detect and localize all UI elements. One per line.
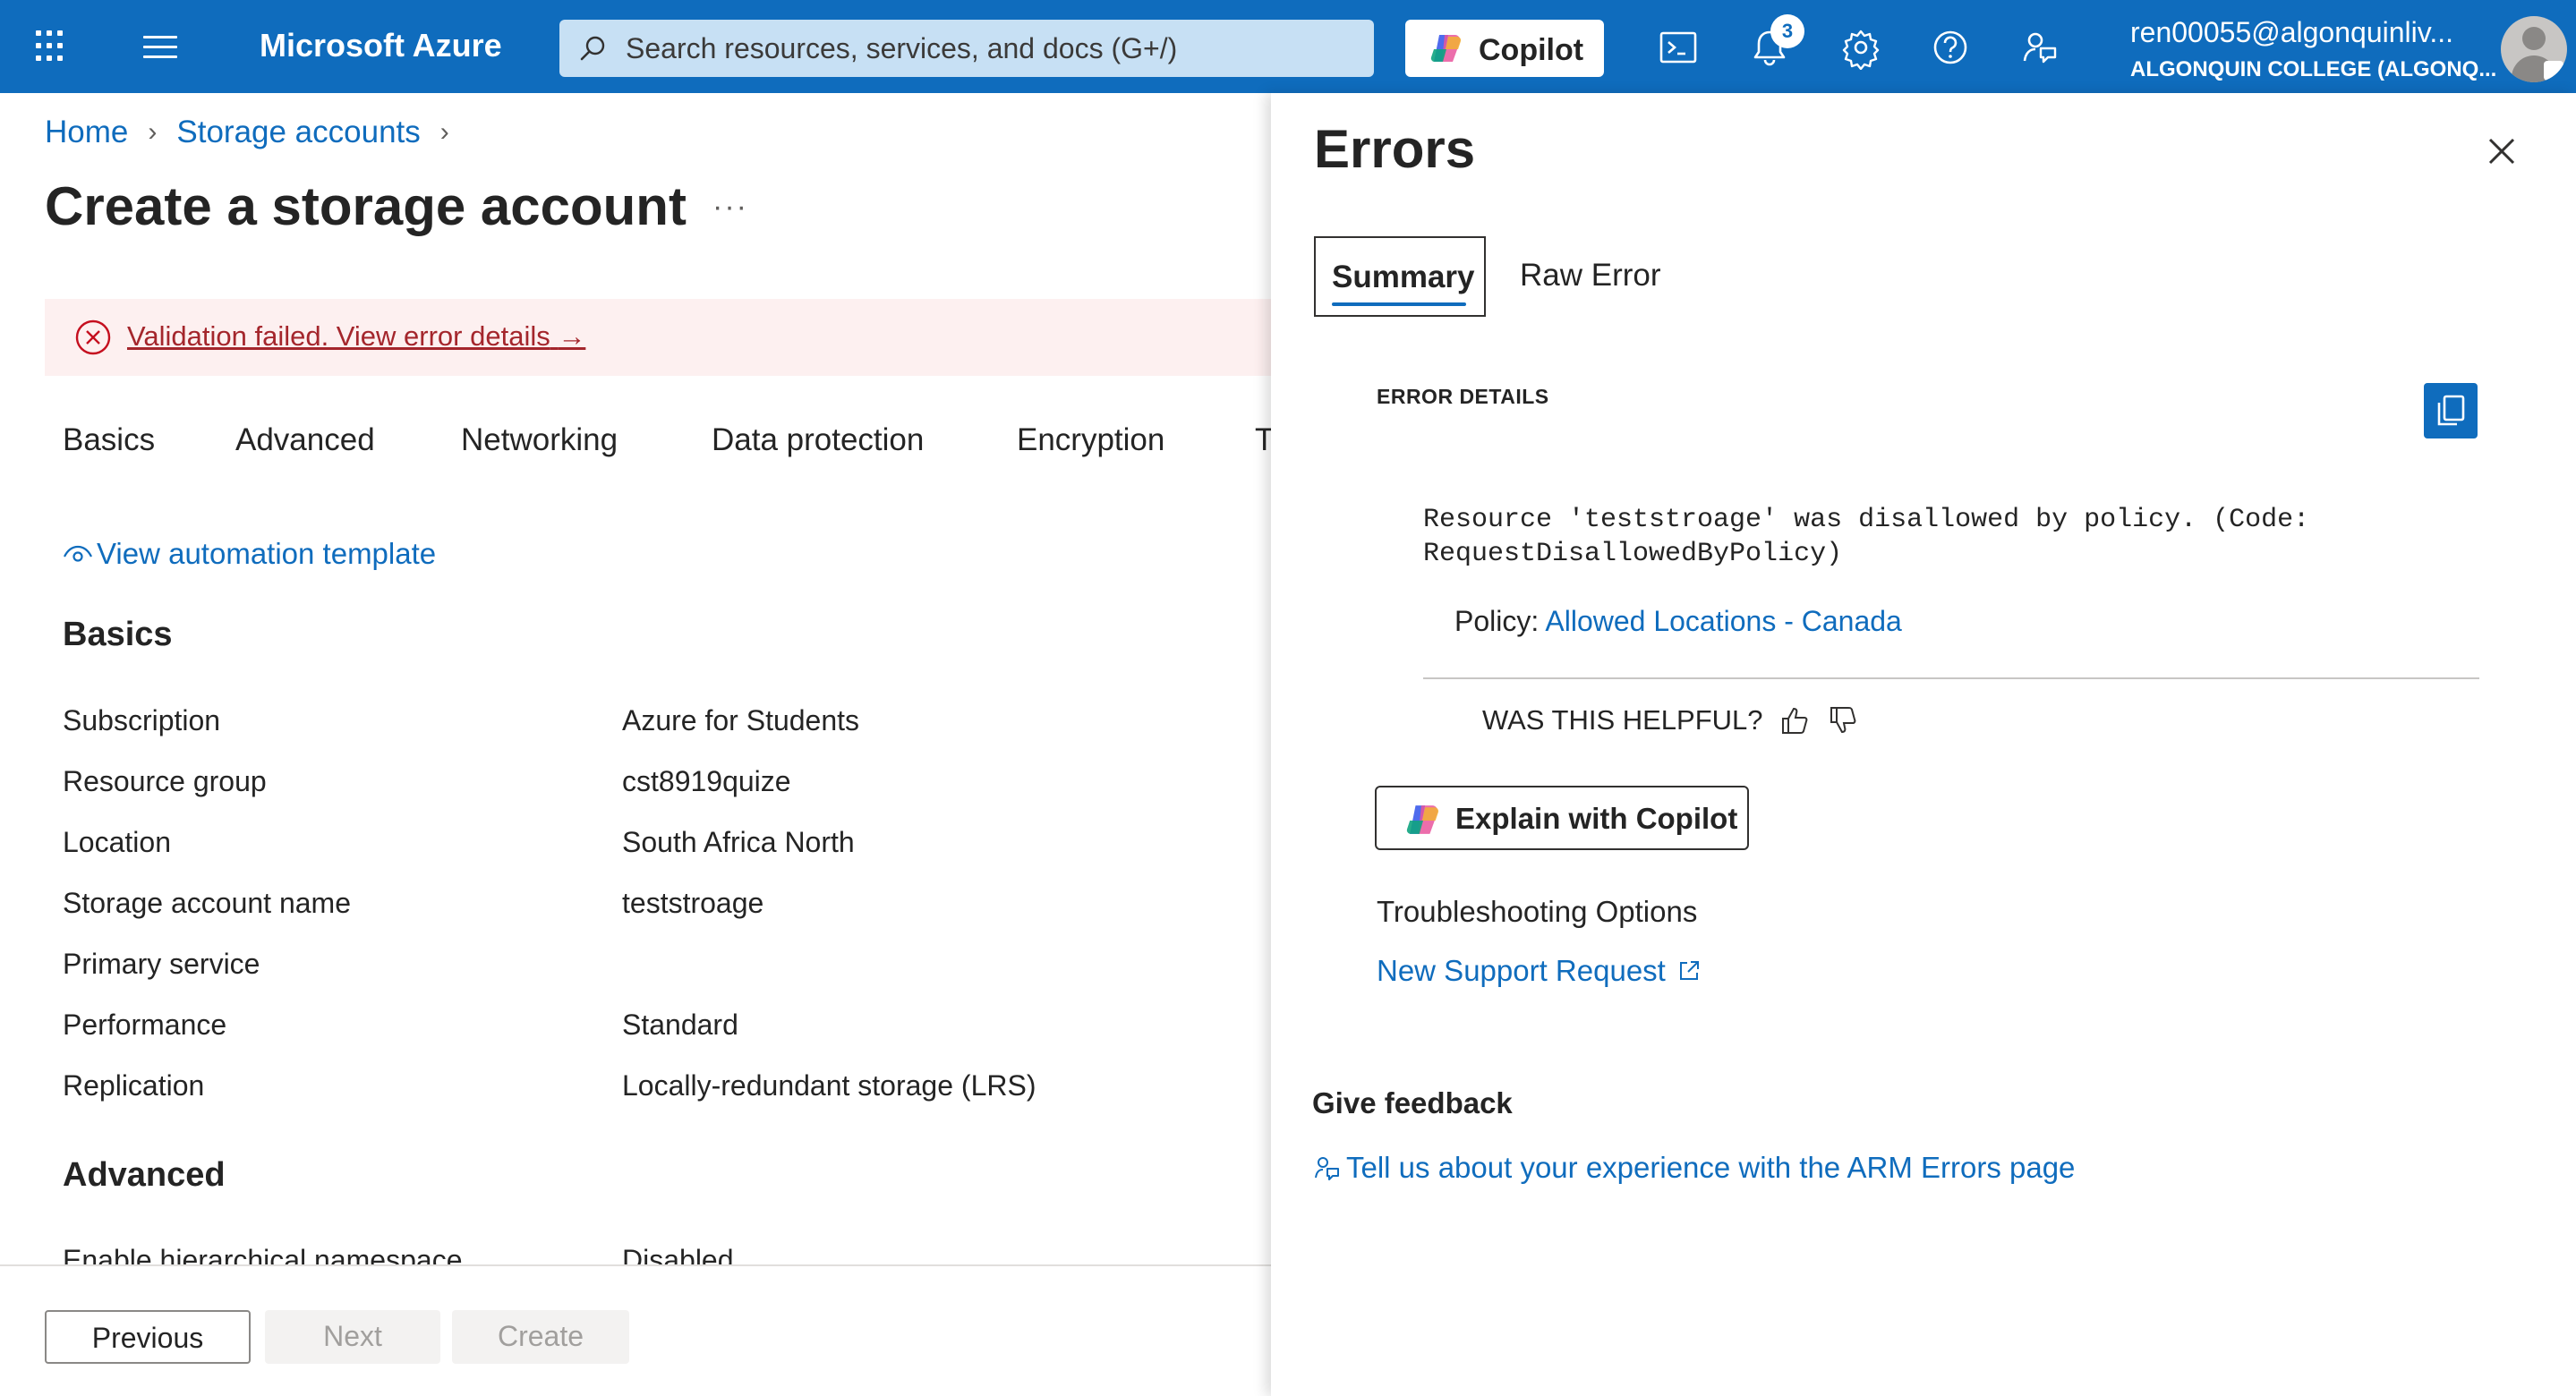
top-bar: Microsoft Azure Copilot 3 ren00055@algon… [0,0,2576,93]
explain-with-copilot-button[interactable]: Explain with Copilot [1375,786,1749,850]
copy-icon [2437,395,2465,426]
breadcrumb-home[interactable]: Home [45,115,128,150]
copilot-icon [1406,805,1439,834]
arrow-right-icon: → [558,320,586,352]
error-message: Resource 'teststroage' was disallowed by… [1423,505,2310,569]
cloud-shell-icon[interactable] [1656,25,1701,70]
policy-line: Policy: Allowed Locations - Canada [1454,605,1902,637]
notification-badge: 3 [1770,14,1804,48]
errors-panel-title: Errors [1314,119,1476,179]
next-button[interactable]: Next [265,1310,440,1364]
feedback-link[interactable]: Tell us about your experience with the A… [1312,1151,2075,1185]
lock-icon [2544,61,2563,81]
chevron-right-icon: › [148,117,158,147]
create-button[interactable]: Create [452,1310,629,1364]
footer-divider [0,1264,1271,1266]
tab-encryption[interactable]: Encryption [1017,422,1164,458]
summary-row-replication: Replication Locally-redundant storage (LR… [63,1069,1036,1102]
avatar[interactable] [2501,16,2567,82]
summary-row-primary-service: Primary service [63,948,260,980]
hamburger-icon[interactable] [143,36,177,61]
brand-title[interactable]: Microsoft Azure [260,27,502,64]
breadcrumb-storage-accounts[interactable]: Storage accounts [176,115,420,150]
previous-button[interactable]: Previous [45,1310,251,1364]
copilot-button[interactable]: Copilot [1405,20,1604,77]
more-options-button[interactable]: ··· [712,190,748,225]
copilot-icon [1430,35,1462,62]
tab-data-protection[interactable]: Data protection [712,422,924,458]
feedback-icon [1315,1157,1339,1180]
view-automation-template-link[interactable]: View automation template [63,537,436,571]
search-icon [580,36,605,61]
summary-row-location: Location South Africa North [63,826,855,858]
helpful-prompt: WAS THIS HELPFUL? [1482,703,1860,737]
tab-networking[interactable]: Networking [461,422,618,458]
validation-alert: Validation failed. View error details → [45,299,1271,376]
section-advanced-heading: Advanced [63,1156,226,1194]
search-box[interactable] [559,20,1374,77]
summary-row-storage-account-name: Storage account name teststroage [63,887,764,919]
external-link-icon [1679,961,1699,980]
tab-summary[interactable]: Summary [1314,236,1486,317]
errors-panel: Errors Summary Raw Error ERROR DETAILS R… [1271,93,2576,1396]
summary-row-subscription: Subscription Azure for Students [63,704,860,736]
tab-raw-error[interactable]: Raw Error [1520,258,1661,294]
copy-button[interactable] [2424,383,2478,438]
page-title: Create a storage account [45,176,687,236]
breadcrumb: Home › Storage accounts › [45,115,469,150]
summary-row-resource-group: Resource group cst8919quize [63,765,791,797]
error-details-heading: ERROR DETAILS [1377,385,1549,408]
chevron-right-icon: › [439,117,449,147]
thumbs-up-icon[interactable] [1778,703,1812,737]
eye-icon [64,545,92,562]
policy-link[interactable]: Allowed Locations - Canada [1545,605,1901,637]
troubleshooting-heading: Troubleshooting Options [1377,895,1698,928]
section-basics-heading: Basics [63,616,173,653]
search-input[interactable] [626,20,1342,77]
help-icon[interactable] [1928,25,1973,70]
close-icon[interactable] [2479,129,2524,174]
new-support-request-link[interactable]: New Support Request [1377,954,1702,988]
waffle-icon[interactable] [36,30,68,63]
feedback-icon[interactable] [2017,25,2062,70]
error-icon [75,319,111,355]
account-name[interactable]: ren00055@algonquinliv... [2130,16,2453,49]
divider [1423,677,2479,679]
copilot-label: Copilot [1479,33,1584,67]
thumbs-down-icon[interactable] [1826,703,1860,737]
give-feedback-heading: Give feedback [1312,1086,1513,1119]
tab-advanced[interactable]: Advanced [235,422,375,458]
summary-row-performance: Performance Standard [63,1009,738,1041]
account-org[interactable]: ALGONQUIN COLLEGE (ALGONQ... [2130,57,2496,82]
view-error-details-link[interactable]: Validation failed. View error details → [127,320,585,353]
gear-icon[interactable] [1838,25,1883,71]
tab-basics[interactable]: Basics [63,422,155,458]
